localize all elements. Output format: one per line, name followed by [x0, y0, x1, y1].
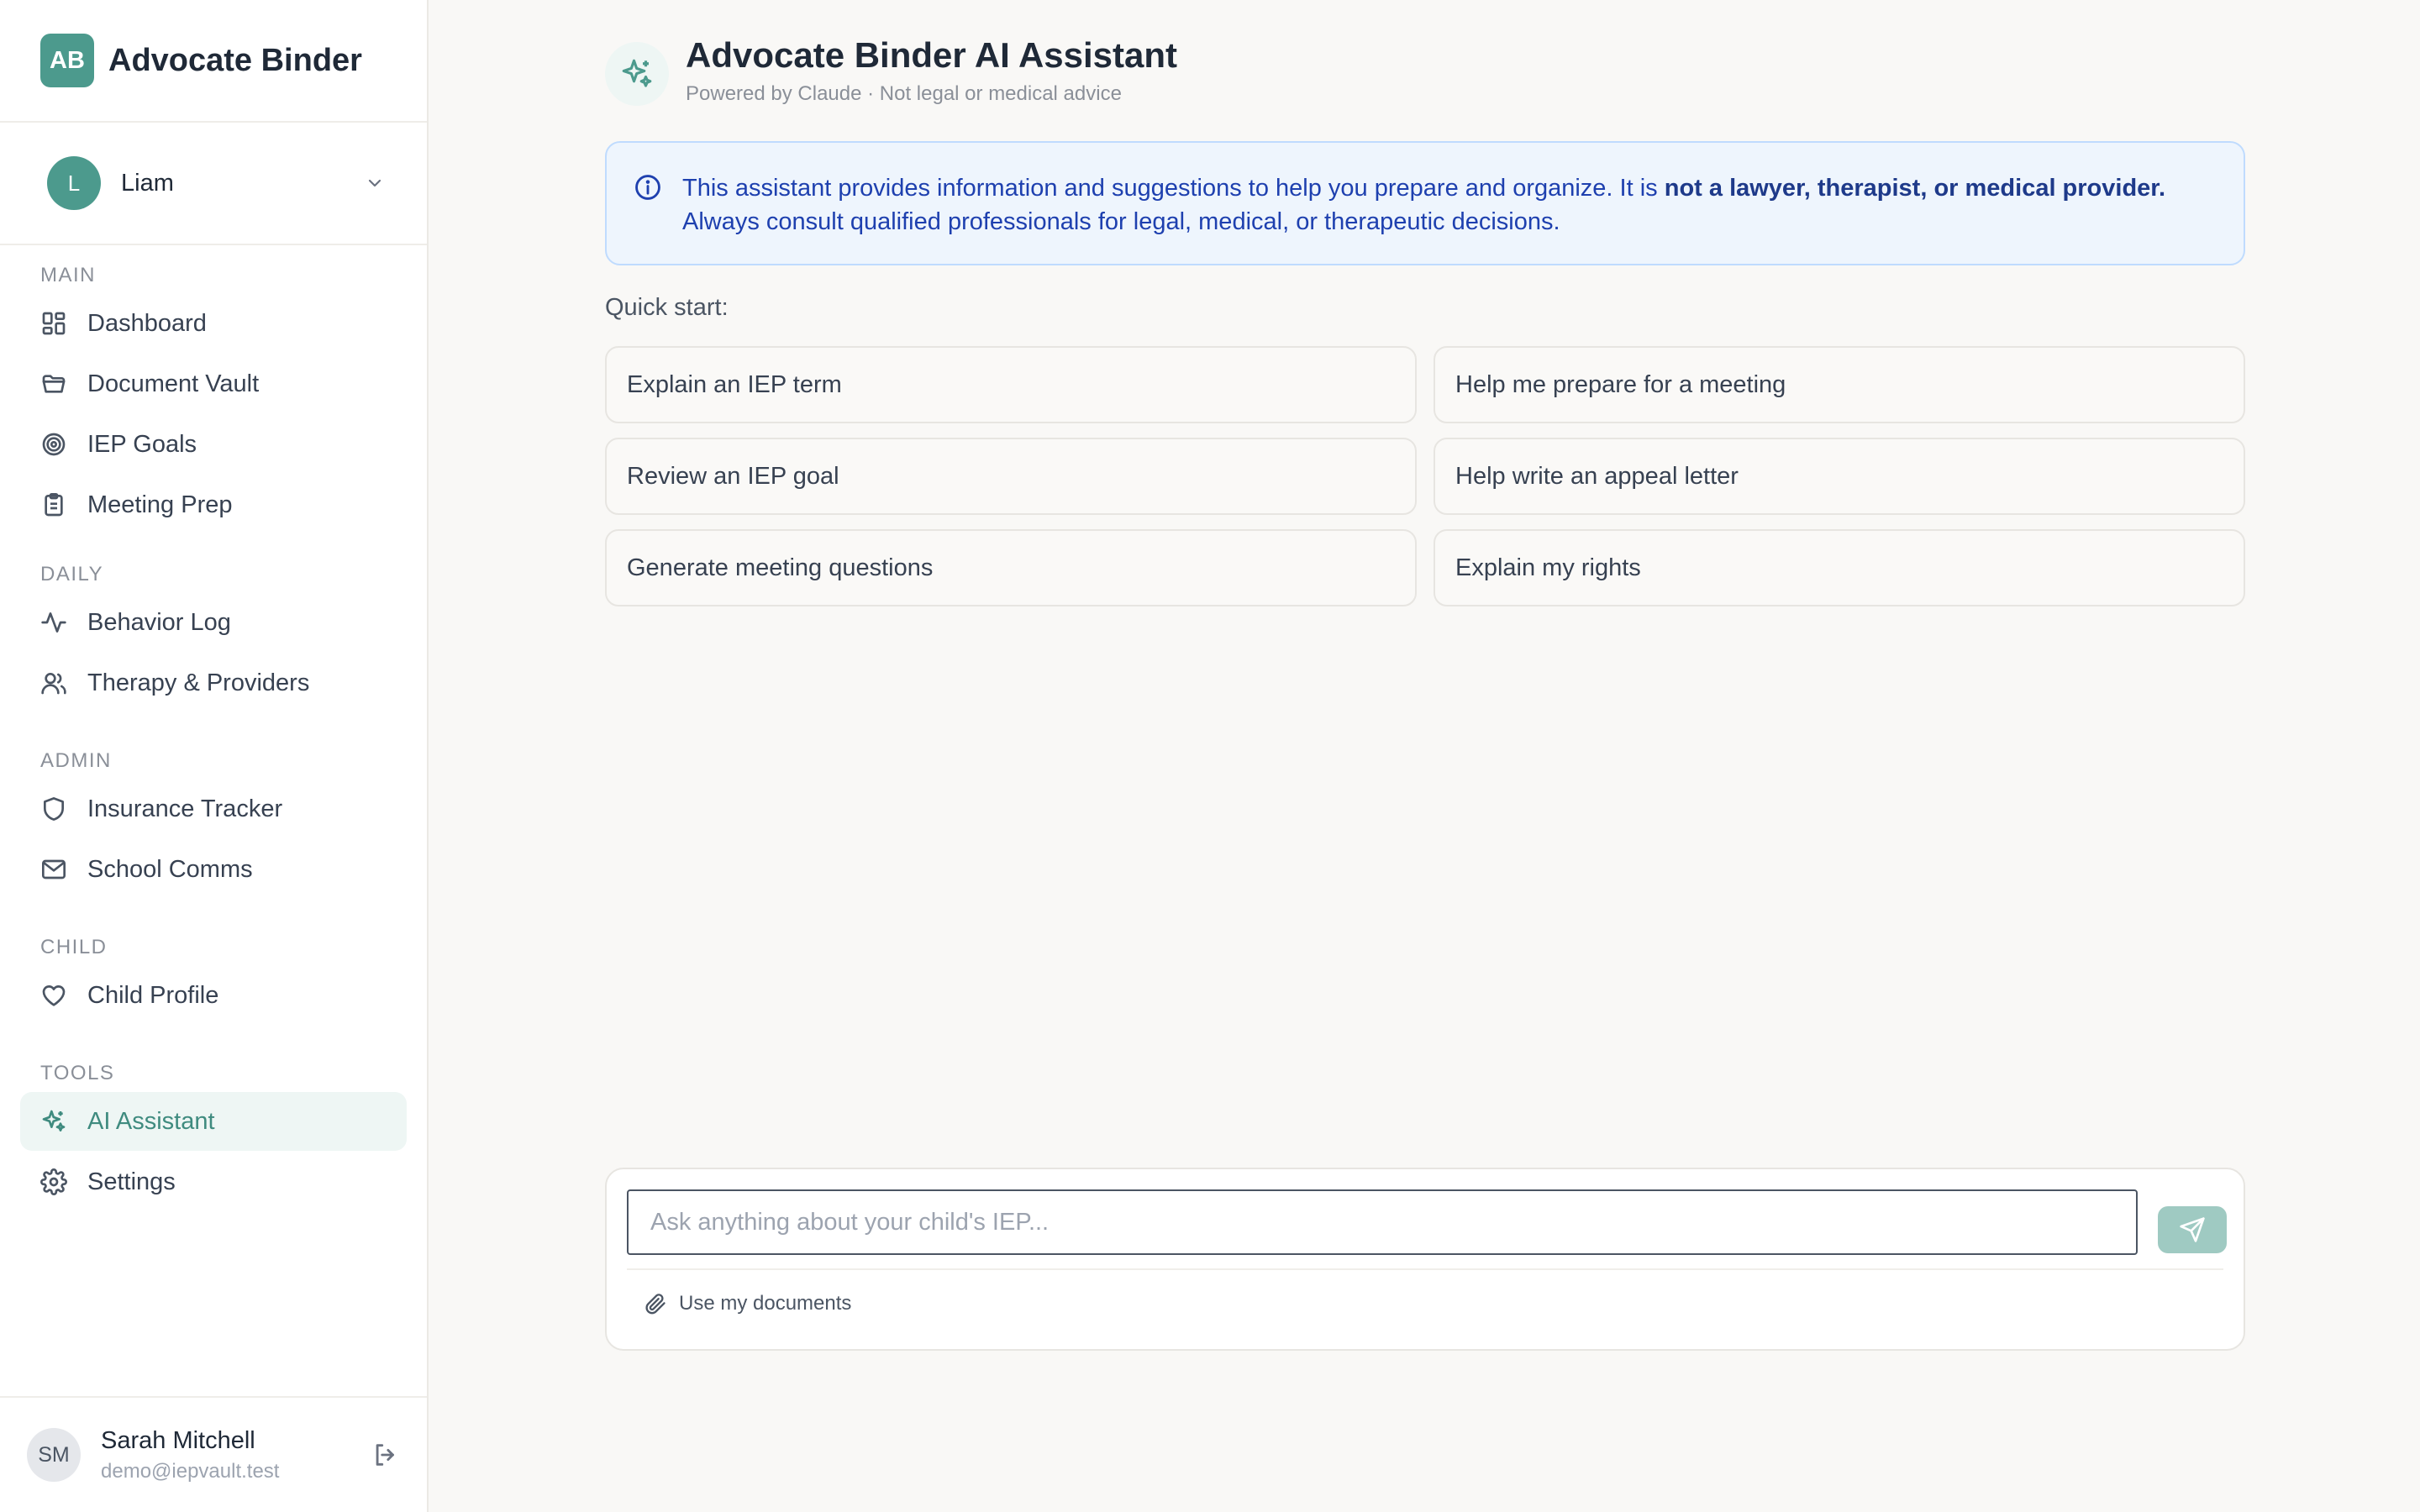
send-button[interactable]	[2158, 1206, 2227, 1253]
use-documents-toggle[interactable]: Use my documents	[644, 1292, 851, 1315]
quick-start-prepare-meeting[interactable]: Help me prepare for a meeting	[1434, 346, 2245, 423]
gear-icon	[40, 1168, 67, 1195]
quick-start-explain-iep-term[interactable]: Explain an IEP term	[605, 346, 1417, 423]
logout-icon[interactable]	[371, 1441, 400, 1469]
sidebar-nav: MAIN Dashboard Document Vault IEP Goals …	[0, 245, 427, 1211]
sidebar: AB Advocate Binder L Liam MAIN Dashboard…	[0, 0, 429, 1512]
quick-start-grid: Explain an IEP term Help me prepare for …	[605, 346, 2245, 606]
sparkles-icon	[42, 1110, 66, 1131]
sidebar-item-child-profile[interactable]: Child Profile	[20, 966, 407, 1025]
nav-section-daily: DAILY	[40, 563, 104, 585]
quick-start-appeal-letter[interactable]: Help write an appeal letter	[1434, 438, 2245, 515]
sidebar-item-label: Behavior Log	[87, 608, 231, 636]
user-profile: SM Sarah Mitchell demo@iepvault.test	[0, 1396, 427, 1512]
sidebar-item-label: Insurance Tracker	[87, 795, 283, 822]
main-content: Advocate Binder AI Assistant Powered by …	[605, 0, 2245, 1512]
sidebar-item-meeting-prep[interactable]: Meeting Prep	[20, 475, 407, 534]
disclaimer-text: This assistant provides information and …	[682, 175, 1665, 202]
quick-start-meeting-questions[interactable]: Generate meeting questions	[605, 529, 1417, 606]
user-email: demo@iepvault.test	[101, 1459, 280, 1483]
chevron-down-icon	[368, 179, 381, 187]
sidebar-item-label: AI Assistant	[87, 1107, 215, 1135]
folder-icon	[42, 375, 66, 393]
sidebar-item-iep-goals[interactable]: IEP Goals	[20, 415, 407, 474]
composer-divider	[627, 1268, 2223, 1270]
assistant-badge	[605, 42, 669, 106]
clipboard-icon	[45, 493, 63, 517]
mail-icon	[42, 859, 66, 879]
sidebar-item-therapy-providers[interactable]: Therapy & Providers	[20, 654, 407, 712]
child-name: Liam	[121, 169, 174, 197]
brand[interactable]: AB Advocate Binder	[0, 0, 427, 123]
disclaimer-text-end: Always consult qualified professionals f…	[682, 208, 1560, 235]
info-icon	[635, 175, 660, 200]
grid-icon	[42, 312, 66, 335]
user-info: Sarah Mitchell demo@iepvault.test	[101, 1427, 371, 1483]
sidebar-item-settings[interactable]: Settings	[20, 1152, 407, 1211]
nav-section-child: CHILD	[40, 936, 108, 958]
sidebar-item-dashboard[interactable]: Dashboard	[20, 294, 407, 353]
sidebar-item-ai-assistant[interactable]: AI Assistant	[20, 1092, 407, 1151]
sidebar-item-label: Document Vault	[87, 370, 260, 397]
sidebar-item-school-comms[interactable]: School Comms	[20, 840, 407, 899]
paperclip-icon	[645, 1294, 666, 1315]
sidebar-item-behavior-log[interactable]: Behavior Log	[20, 593, 407, 652]
sidebar-item-label: IEP Goals	[87, 430, 197, 458]
nav-section-admin: ADMIN	[40, 749, 112, 772]
sidebar-item-document-vault[interactable]: Document Vault	[20, 354, 407, 413]
heart-icon	[42, 985, 66, 1006]
sidebar-item-label: Therapy & Providers	[87, 669, 310, 696]
quick-start-review-goal[interactable]: Review an IEP goal	[605, 438, 1417, 515]
sparkles-icon	[622, 59, 652, 87]
sidebar-item-label: Settings	[87, 1168, 176, 1195]
disclaimer-emphasis: not a lawyer, therapist, or medical prov…	[1664, 175, 2166, 202]
shield-icon	[44, 797, 64, 821]
brand-logo: AB	[40, 34, 94, 87]
send-icon	[2180, 1217, 2205, 1242]
disclaimer-banner: This assistant provides information and …	[605, 141, 2245, 265]
chat-input[interactable]	[627, 1189, 2138, 1255]
activity-icon	[41, 612, 66, 633]
sidebar-item-label: School Comms	[87, 855, 253, 883]
header-text: Advocate Binder AI Assistant Powered by …	[686, 35, 1177, 106]
sidebar-item-label: Child Profile	[87, 981, 219, 1009]
users-icon	[41, 673, 66, 695]
nav-section-tools: TOOLS	[40, 1062, 115, 1084]
quick-start-label: Quick start:	[605, 294, 729, 321]
page-subtitle: Powered by Claude · Not legal or medical…	[686, 82, 1122, 105]
target-icon	[42, 433, 66, 456]
sidebar-item-label: Dashboard	[87, 309, 207, 337]
quick-start-explain-rights[interactable]: Explain my rights	[1434, 529, 2245, 606]
brand-name: Advocate Binder	[108, 42, 362, 78]
sidebar-item-insurance-tracker[interactable]: Insurance Tracker	[20, 780, 407, 838]
child-selector[interactable]: L Liam	[0, 123, 427, 245]
page-header: Advocate Binder AI Assistant Powered by …	[605, 35, 1177, 106]
use-documents-label: Use my documents	[679, 1292, 852, 1315]
page-title: Advocate Binder AI Assistant	[686, 35, 1178, 75]
nav-section-main: MAIN	[40, 264, 96, 286]
sidebar-item-label: Meeting Prep	[87, 491, 233, 518]
user-name: Sarah Mitchell	[101, 1426, 255, 1454]
avatar: SM	[27, 1428, 81, 1482]
child-avatar: L	[47, 156, 101, 210]
chat-composer: Use my documents	[605, 1168, 2245, 1351]
